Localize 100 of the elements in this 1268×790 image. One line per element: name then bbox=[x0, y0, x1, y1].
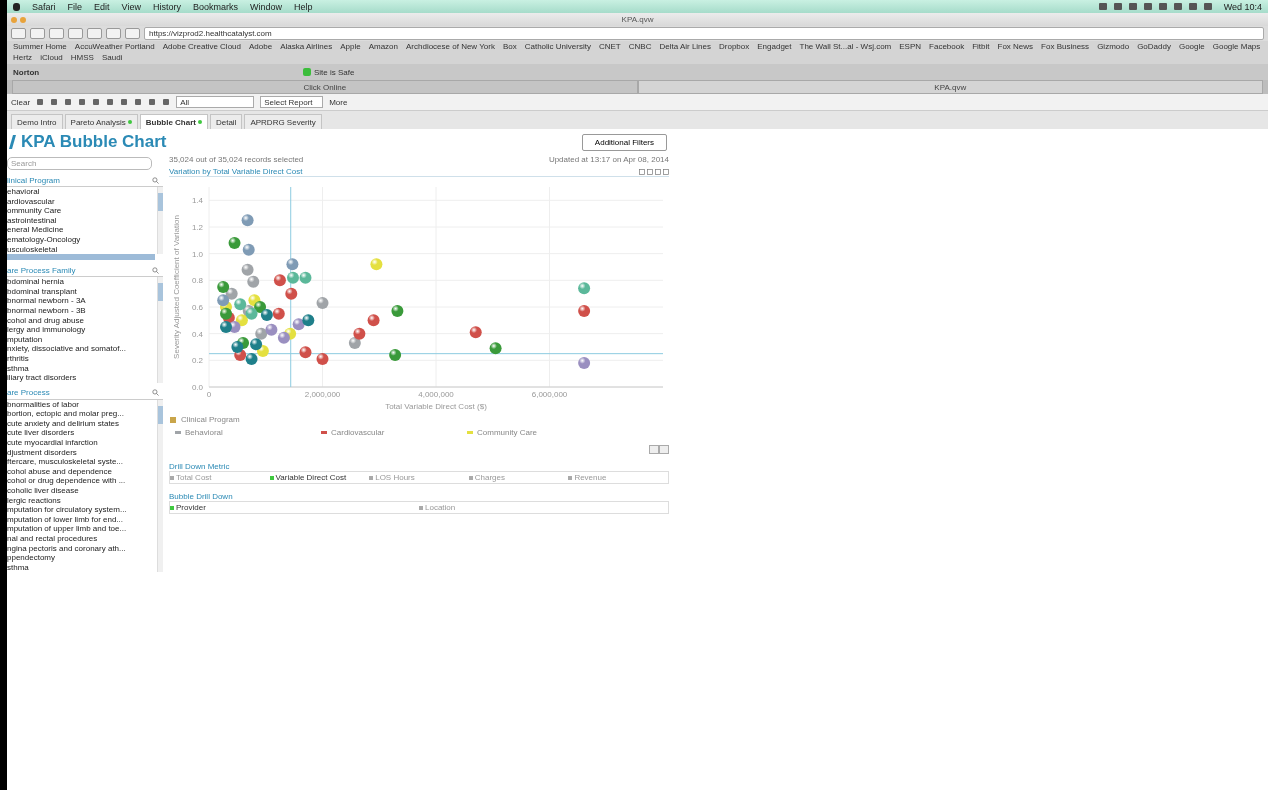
list-item[interactable]: ftercare, musculoskeletal syste... bbox=[7, 457, 157, 467]
bookmark-link[interactable]: Hertz bbox=[13, 53, 33, 63]
bubble[interactable] bbox=[228, 237, 241, 249]
list-item[interactable]: lergic reactions bbox=[7, 495, 157, 506]
bubble[interactable] bbox=[255, 327, 268, 340]
bubble[interactable] bbox=[316, 297, 329, 309]
sheet-tab[interactable]: Pareto Analysis bbox=[64, 114, 138, 129]
bookmark-link[interactable]: Box bbox=[502, 42, 517, 52]
bookmark-link[interactable]: Saudi bbox=[101, 53, 123, 63]
toolbar-button[interactable] bbox=[68, 28, 83, 39]
sheet-tab[interactable]: Detail bbox=[209, 114, 243, 129]
list-item[interactable]: cohol abuse and dependence bbox=[7, 466, 157, 477]
bookmark-link[interactable]: Delta Air Lines bbox=[659, 42, 711, 52]
bookmark-link[interactable]: Dropbox bbox=[719, 42, 750, 52]
report-dropdown[interactable]: Select Report bbox=[260, 96, 324, 108]
radio-option[interactable]: Variable Direct Cost bbox=[269, 473, 370, 482]
bookmark-link[interactable]: AccuWeather Portland bbox=[74, 42, 155, 52]
menu-item[interactable]: Help bbox=[293, 1, 313, 12]
bookmark-link[interactable]: GoDaddy bbox=[1137, 42, 1171, 52]
scrollbar[interactable] bbox=[7, 254, 155, 261]
bookmark-link[interactable]: Fitbit bbox=[972, 42, 990, 52]
field-dropdown[interactable]: All bbox=[176, 96, 255, 108]
menu-item[interactable]: History bbox=[152, 1, 181, 12]
browser-tab[interactable]: KPA.qvw bbox=[637, 80, 1263, 94]
list-item[interactable]: bnormal newborn - 3B bbox=[7, 305, 157, 316]
list-item[interactable]: ngina pectoris and coronary ath... bbox=[7, 543, 157, 554]
bubble[interactable] bbox=[277, 331, 290, 344]
bubble[interactable] bbox=[273, 274, 286, 287]
toolbar-button[interactable] bbox=[106, 28, 121, 39]
bubble[interactable] bbox=[247, 275, 260, 288]
list-item[interactable]: mputation bbox=[7, 334, 157, 345]
bubble[interactable] bbox=[299, 271, 312, 284]
list-item[interactable]: cute liver disorders bbox=[7, 428, 157, 439]
bookmark-link[interactable]: Amazon bbox=[368, 42, 398, 52]
list-item[interactable]: djustment disorders bbox=[7, 447, 157, 458]
bubble[interactable] bbox=[469, 326, 482, 339]
bookmark-link[interactable]: Adobe bbox=[249, 42, 273, 52]
bubble[interactable] bbox=[367, 314, 380, 327]
bookmark-link[interactable]: CNET bbox=[598, 42, 621, 52]
menu-item[interactable]: Window bbox=[249, 1, 282, 12]
bubble[interactable] bbox=[254, 301, 267, 313]
toolbar-button[interactable] bbox=[30, 28, 45, 39]
list-item[interactable]: ardiovascular bbox=[7, 196, 157, 207]
list-item[interactable]: mputation of lower limb for end... bbox=[7, 514, 157, 525]
menu-item[interactable]: Edit bbox=[94, 1, 110, 12]
list-item[interactable]: coholic liver disease bbox=[7, 486, 157, 496]
list-item[interactable]: eneral Medicine bbox=[7, 225, 157, 235]
bookmark-link[interactable]: Archdiocese of New York bbox=[406, 42, 495, 52]
bubble[interactable] bbox=[578, 357, 591, 369]
list-item[interactable]: ehavioral bbox=[7, 187, 157, 197]
list-item[interactable]: lergy and immunology bbox=[7, 325, 157, 335]
bubble[interactable] bbox=[578, 282, 591, 295]
bubble[interactable] bbox=[272, 307, 285, 320]
bubble[interactable] bbox=[316, 353, 329, 365]
bubble[interactable] bbox=[245, 307, 258, 320]
bubble[interactable] bbox=[241, 214, 254, 227]
menu-item[interactable]: View bbox=[121, 1, 141, 12]
bookmark-link[interactable]: Engadget bbox=[757, 42, 792, 52]
list-item[interactable]: cohol or drug dependence with ... bbox=[7, 476, 157, 487]
bubble[interactable] bbox=[260, 309, 273, 321]
list-item[interactable]: ppendectomy bbox=[7, 553, 157, 563]
list-item[interactable]: bdominal hernia bbox=[7, 277, 157, 287]
toolbar-button[interactable] bbox=[11, 28, 26, 39]
list-item[interactable]: sthma bbox=[7, 562, 157, 573]
list-item[interactable]: bdominal transplant bbox=[7, 286, 157, 297]
bookmark-link[interactable]: Google Maps bbox=[1212, 42, 1261, 52]
bubble[interactable] bbox=[302, 314, 315, 327]
list-item[interactable]: sthma bbox=[7, 363, 157, 374]
list-item[interactable]: cohol and drug abuse bbox=[7, 315, 157, 326]
bubble[interactable] bbox=[292, 318, 305, 331]
bookmark-link[interactable]: Summer Home bbox=[13, 42, 67, 52]
page-down-button[interactable] bbox=[659, 445, 669, 454]
bubble[interactable] bbox=[256, 345, 269, 357]
scrollbar[interactable] bbox=[157, 399, 163, 573]
toolbar-button[interactable] bbox=[125, 28, 140, 39]
toolbar-button[interactable] bbox=[87, 28, 102, 39]
list-item[interactable]: usculoskeletal bbox=[7, 244, 157, 255]
bubble[interactable] bbox=[299, 346, 312, 359]
bubble[interactable] bbox=[348, 337, 361, 349]
list-item[interactable]: cute anxiety and delirium states bbox=[7, 418, 157, 429]
bubble[interactable] bbox=[489, 342, 502, 355]
bubble[interactable] bbox=[265, 323, 278, 336]
bookmark-link[interactable]: Alaska Airlines bbox=[280, 42, 333, 52]
list-item[interactable]: cute myocardial infarction bbox=[7, 438, 157, 448]
bubble[interactable] bbox=[217, 294, 230, 307]
bubble[interactable] bbox=[578, 305, 591, 317]
bubble[interactable] bbox=[391, 305, 404, 317]
sheet-tab[interactable]: Bubble Chart bbox=[139, 114, 208, 129]
bubble[interactable] bbox=[235, 314, 248, 327]
toolbar-button[interactable] bbox=[49, 28, 64, 39]
clock[interactable]: Wed 10:4 bbox=[1223, 1, 1262, 12]
bookmark-link[interactable]: iCloud bbox=[40, 53, 63, 63]
bubble[interactable] bbox=[231, 341, 244, 353]
sheet-tab[interactable]: Demo Intro bbox=[11, 114, 63, 129]
bookmark-link[interactable]: Catholic University bbox=[524, 42, 591, 52]
search-icon[interactable] bbox=[152, 266, 159, 274]
sheet-tab[interactable]: APRDRG Severity bbox=[244, 114, 322, 129]
bubble[interactable] bbox=[220, 307, 233, 320]
more-button[interactable]: More bbox=[329, 97, 348, 107]
scrollbar[interactable] bbox=[157, 187, 163, 255]
